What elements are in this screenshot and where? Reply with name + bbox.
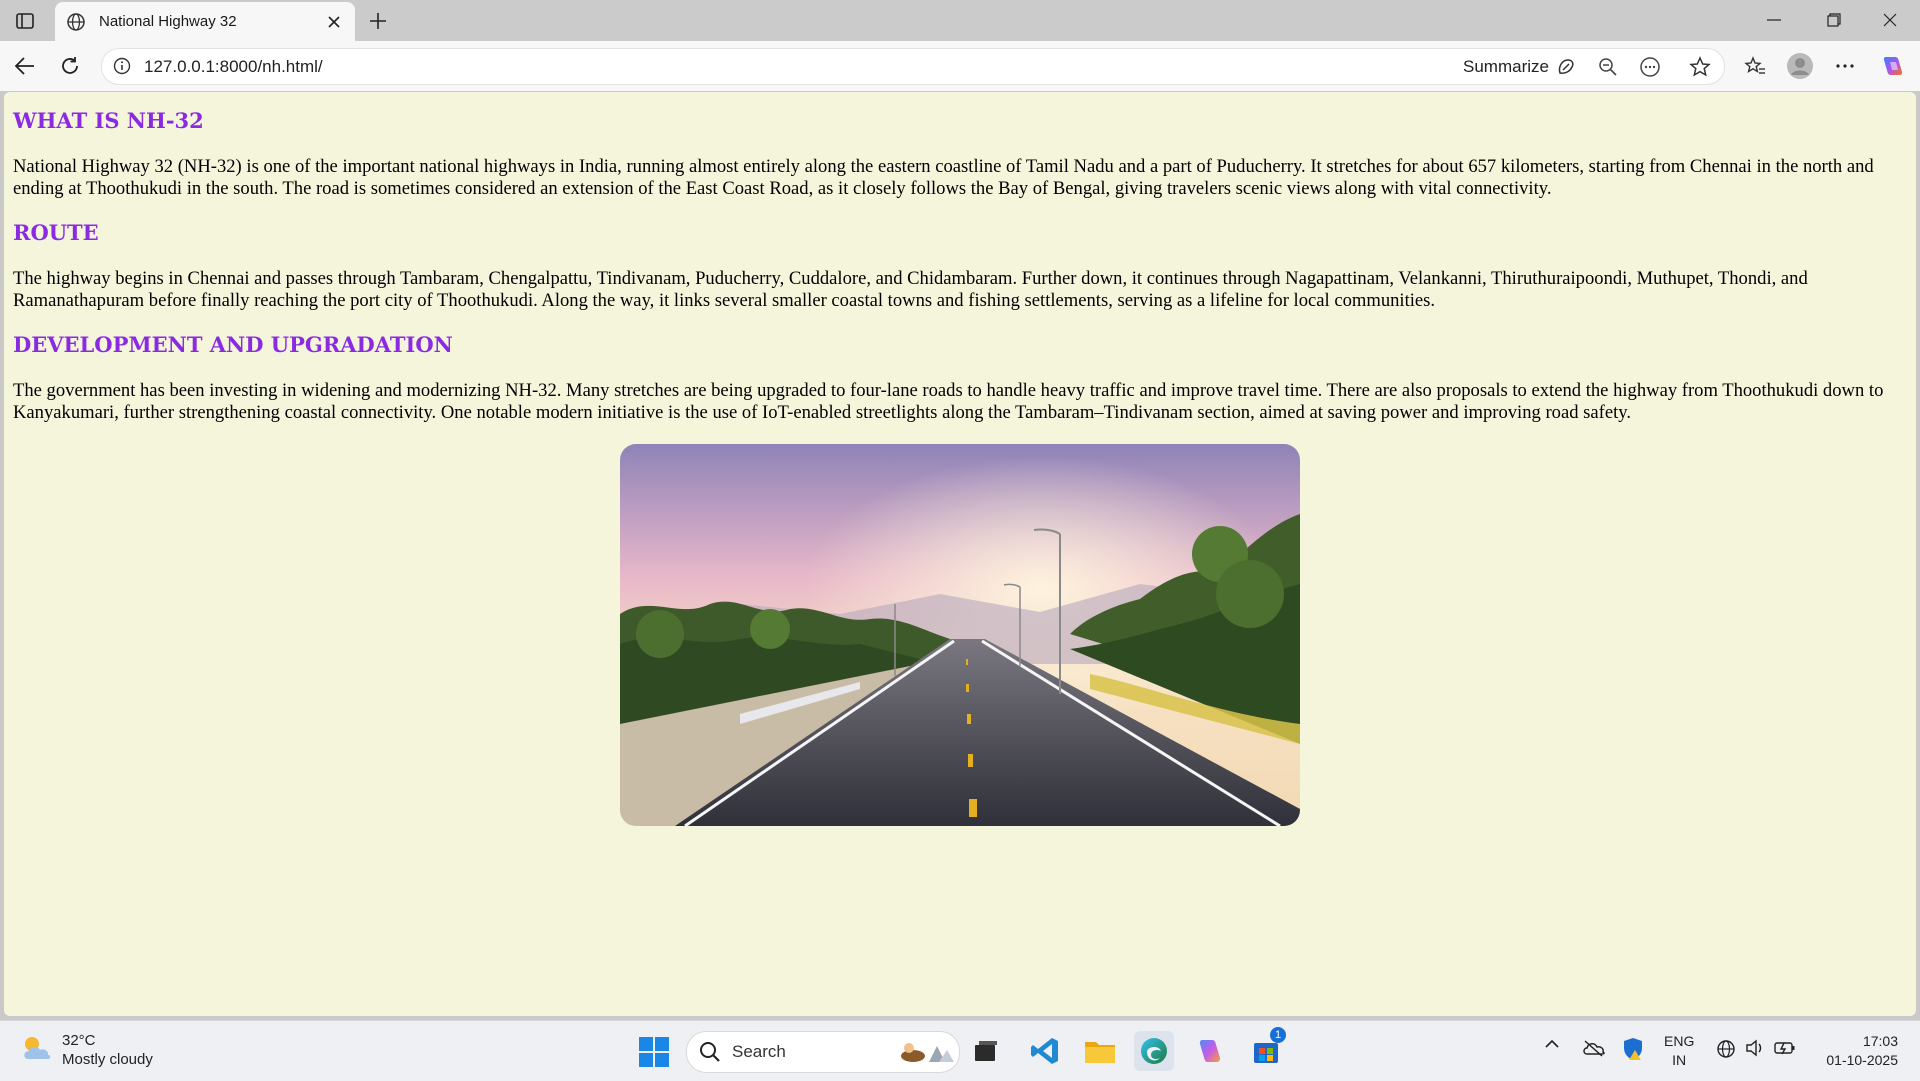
copilot-app-icon[interactable] bbox=[1190, 1031, 1230, 1071]
search-highlight-icon bbox=[899, 1040, 955, 1069]
globe-icon bbox=[65, 11, 87, 33]
copilot-summarize-icon[interactable] bbox=[1554, 55, 1578, 79]
favorites-icon[interactable] bbox=[1740, 51, 1770, 81]
clock-date: 01-10-2025 bbox=[1826, 1052, 1898, 1068]
address-bar[interactable]: 127.0.0.1:8000/nh.html/ Summarize bbox=[101, 48, 1725, 85]
section-heading-route: Route bbox=[13, 220, 99, 245]
summarize-button[interactable]: Summarize bbox=[1463, 57, 1549, 77]
section-heading-what-is: What is NH-32 bbox=[13, 108, 204, 133]
chevron-up-icon[interactable] bbox=[1544, 1039, 1560, 1049]
favorite-star-icon[interactable] bbox=[1688, 55, 1712, 79]
tab-title: National Highway 32 bbox=[99, 13, 237, 30]
more-options-circle-icon[interactable] bbox=[1638, 55, 1662, 79]
microsoft-store-icon[interactable]: 1 bbox=[1246, 1027, 1286, 1071]
copilot-icon[interactable] bbox=[1878, 51, 1908, 81]
section-body-route: The highway begins in Chennai and passes… bbox=[13, 268, 1808, 311]
search-label: Search bbox=[732, 1042, 786, 1061]
close-tab-icon[interactable] bbox=[323, 11, 345, 33]
close-window-button[interactable] bbox=[1862, 0, 1918, 40]
task-view-icon[interactable] bbox=[966, 1031, 1006, 1071]
vscode-icon[interactable] bbox=[1025, 1031, 1065, 1071]
zoom-out-icon[interactable] bbox=[1596, 55, 1620, 79]
store-notification-badge: 1 bbox=[1270, 1027, 1286, 1043]
new-tab-button[interactable] bbox=[364, 7, 392, 35]
security-shield-icon[interactable] bbox=[1622, 1037, 1644, 1061]
web-page: What is NH-32 National Highway 32 (NH-32… bbox=[4, 92, 1916, 1016]
network-globe-icon[interactable] bbox=[1716, 1039, 1736, 1059]
url-text: 127.0.0.1:8000/nh.html/ bbox=[144, 57, 323, 76]
section-body-development: The government has been investing in wid… bbox=[13, 380, 1884, 423]
profile-avatar-icon[interactable] bbox=[1785, 51, 1815, 81]
tab-actions-icon[interactable] bbox=[10, 8, 40, 34]
refresh-icon[interactable] bbox=[55, 51, 85, 81]
weather-temp: 32°C bbox=[62, 1032, 96, 1049]
input-language[interactable]: ENG IN bbox=[1664, 1032, 1694, 1070]
minimize-button[interactable] bbox=[1746, 0, 1802, 40]
browser-tab[interactable]: National Highway 32 bbox=[55, 2, 355, 41]
file-explorer-icon[interactable] bbox=[1080, 1031, 1120, 1071]
clock-time: 17:03 bbox=[1862, 1033, 1898, 1049]
browser-toolbar: 127.0.0.1:8000/nh.html/ Summarize bbox=[0, 41, 1920, 91]
site-info-icon[interactable] bbox=[112, 56, 132, 76]
edge-browser-icon[interactable] bbox=[1134, 1031, 1174, 1071]
taskbar: 32°C Mostly cloudy Search 1 ENG IN 17:03… bbox=[0, 1020, 1920, 1081]
language-code: ENG bbox=[1664, 1033, 1695, 1049]
settings-more-icon[interactable] bbox=[1830, 51, 1860, 81]
cloudy-weather-icon bbox=[20, 1033, 54, 1068]
restore-button[interactable] bbox=[1806, 0, 1862, 40]
weather-widget[interactable]: 32°C Mostly cloudy bbox=[20, 1031, 153, 1069]
system-clock[interactable]: 17:03 01-10-2025 bbox=[1826, 1032, 1898, 1070]
section-body-what-is: National Highway 32 (NH-32) is one of th… bbox=[13, 156, 1874, 199]
section-heading-development: Development and Upgradation bbox=[13, 332, 453, 357]
volume-icon[interactable] bbox=[1745, 1039, 1765, 1057]
taskbar-search[interactable]: Search bbox=[686, 1031, 960, 1073]
onedrive-icon[interactable] bbox=[1582, 1039, 1606, 1057]
back-arrow-icon[interactable] bbox=[10, 51, 40, 81]
search-icon bbox=[699, 1041, 721, 1068]
start-windows-icon[interactable] bbox=[638, 1036, 670, 1068]
battery-charging-icon[interactable] bbox=[1774, 1039, 1796, 1057]
tab-strip: National Highway 32 bbox=[0, 0, 1920, 41]
weather-desc: Mostly cloudy bbox=[62, 1051, 153, 1068]
region-code: IN bbox=[1672, 1052, 1687, 1068]
highway-photo bbox=[620, 444, 1300, 826]
